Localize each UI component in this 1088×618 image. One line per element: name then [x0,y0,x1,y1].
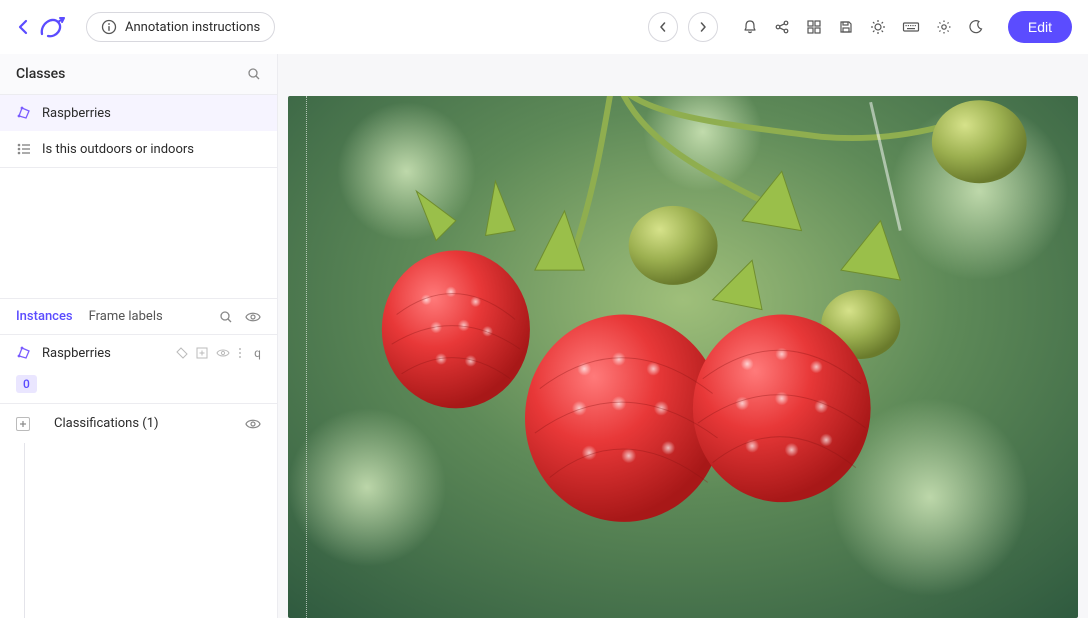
expand-icon[interactable] [16,417,30,431]
topbar: Annotation instructions Edit [0,0,1088,54]
grid-icon[interactable] [806,19,822,35]
share-icon[interactable] [774,19,790,35]
instance-count-badge: 0 [16,375,37,393]
sidebar: Classes Raspberries Is this outdoors or … [0,54,278,618]
edit-button[interactable]: Edit [1008,11,1072,43]
classification-icon [16,141,32,157]
class-list: Raspberries Is this outdoors or indoors [0,95,277,168]
class-item-raspberries[interactable]: Raspberries [0,95,277,131]
logo-area [16,14,68,40]
moon-icon[interactable] [968,19,984,35]
save-icon[interactable] [838,19,854,35]
polygon-icon [16,105,32,121]
bell-icon[interactable] [742,19,758,35]
instances-tabs: Instances Frame labels [0,298,277,335]
classifications-label: Classifications (1) [54,416,233,431]
polygon-icon [16,345,32,361]
more-icon[interactable] [238,347,242,359]
prev-button[interactable] [648,12,678,42]
annotation-label: Annotation instructions [125,20,260,35]
classes-panel-header: Classes [0,54,277,95]
class-item-outdoors-indoors[interactable]: Is this outdoors or indoors [0,131,277,167]
nav-circles [648,12,718,42]
logo-icon [38,14,68,40]
visibility-icon[interactable] [216,347,230,359]
keyboard-icon[interactable] [902,19,920,35]
next-button[interactable] [688,12,718,42]
instance-count-row: 0 [0,371,277,403]
image-surface[interactable] [288,96,1078,618]
classes-title: Classes [16,66,247,82]
instance-row-raspberries[interactable]: Raspberries q [0,335,277,371]
tab-instances[interactable]: Instances [16,309,73,324]
gear-icon[interactable] [936,19,952,35]
classifications-row[interactable]: Classifications (1) [0,403,277,443]
shortcut-key: q [254,346,261,360]
info-icon [101,19,117,35]
brightness-icon[interactable] [870,19,886,35]
search-icon[interactable] [219,310,233,324]
canvas[interactable] [278,54,1088,618]
search-icon[interactable] [247,67,261,81]
class-label: Raspberries [42,106,111,121]
add-box-icon[interactable] [196,347,208,359]
toolbar-icons [742,19,984,35]
visibility-icon[interactable] [245,417,261,431]
back-chevron-icon[interactable] [16,19,30,35]
tag-icon[interactable] [176,347,188,359]
tab-frame-labels[interactable]: Frame labels [89,309,163,324]
class-label: Is this outdoors or indoors [42,142,194,157]
visibility-icon[interactable] [245,310,261,324]
canvas-ruler-line [306,96,307,618]
instance-label: Raspberries [42,346,166,361]
classifications-tree [24,443,277,618]
annotation-instructions-button[interactable]: Annotation instructions [86,12,275,42]
